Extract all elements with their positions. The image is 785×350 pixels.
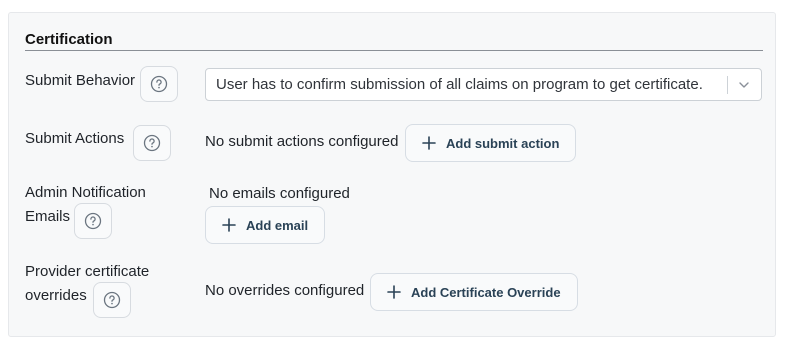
- submit-actions-label: Submit Actions: [25, 130, 125, 147]
- help-circle-icon: [150, 75, 168, 93]
- chevron-down-icon[interactable]: [737, 78, 751, 92]
- add-submit-action-label: Add submit action: [446, 135, 560, 151]
- section-divider: [25, 50, 763, 51]
- add-certificate-override-label: Add Certificate Override: [411, 284, 561, 300]
- admin-emails-label-line1: Admin Notification: [25, 184, 146, 201]
- overrides-help-button[interactable]: [93, 282, 131, 318]
- section-title: Certification: [25, 31, 113, 48]
- submit-behavior-help-button[interactable]: [140, 66, 178, 102]
- submit-behavior-label: Submit Behavior: [25, 72, 136, 89]
- admin-emails-label-line2: Emails: [25, 208, 71, 225]
- submit-actions-help-button[interactable]: [133, 125, 171, 161]
- add-certificate-override-button[interactable]: Add Certificate Override: [370, 273, 578, 311]
- add-submit-action-button[interactable]: Add submit action: [405, 124, 577, 162]
- certification-panel: Certification Submit Behavior User has t…: [8, 12, 776, 337]
- admin-emails-help-button[interactable]: [74, 203, 112, 239]
- help-circle-icon: [103, 291, 121, 309]
- submit-actions-empty-text: No submit actions configured: [205, 133, 399, 150]
- plus-icon: [387, 285, 401, 299]
- help-circle-icon: [143, 134, 161, 152]
- overrides-empty-text: No overrides configured: [205, 282, 365, 299]
- select-separator: [727, 76, 728, 94]
- submit-behavior-value: User has to confirm submission of all cl…: [216, 76, 703, 93]
- plus-icon: [222, 218, 236, 232]
- help-circle-icon: [84, 212, 102, 230]
- submit-behavior-select[interactable]: User has to confirm submission of all cl…: [205, 68, 762, 101]
- add-email-button[interactable]: Add email: [205, 206, 326, 244]
- admin-emails-empty-text: No emails configured: [209, 185, 350, 202]
- plus-icon: [422, 136, 436, 150]
- add-email-label: Add email: [246, 217, 309, 233]
- overrides-label-line2: overrides: [25, 287, 87, 304]
- overrides-label-line1: Provider certificate: [25, 263, 150, 280]
